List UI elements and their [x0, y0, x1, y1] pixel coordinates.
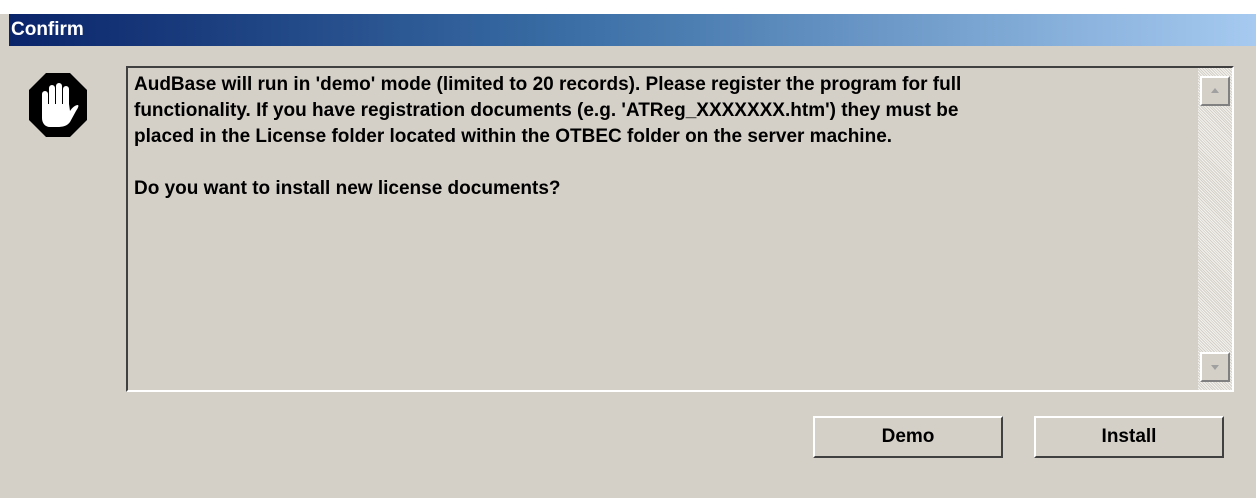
vertical-scrollbar[interactable] — [1198, 68, 1232, 390]
top-strip — [0, 0, 1256, 14]
dialog-title: Confirm — [11, 19, 84, 40]
scroll-up-button[interactable] — [1200, 76, 1230, 106]
message-line: functionality. If you have registration … — [134, 100, 959, 121]
arrow-up-icon — [1211, 88, 1219, 93]
arrow-down-icon — [1211, 365, 1219, 370]
message-textbox[interactable]: AudBase will run in 'demo' mode (limited… — [126, 66, 1234, 392]
demo-button[interactable]: Demo — [813, 416, 1003, 458]
title-bar[interactable]: Confirm — [9, 14, 1256, 46]
scroll-down-button[interactable] — [1200, 352, 1230, 382]
message-line: placed in the License folder located wit… — [134, 126, 893, 147]
message-text: AudBase will run in 'demo' mode (limited… — [134, 72, 1184, 202]
message-question: Do you want to install new license docum… — [134, 178, 561, 199]
message-spacer — [134, 150, 1184, 176]
message-line: AudBase will run in 'demo' mode (limited… — [134, 74, 962, 95]
install-button[interactable]: Install — [1034, 416, 1224, 458]
stop-hand-icon — [20, 64, 96, 146]
confirm-dialog: Confirm AudBase will run in 'demo' mode … — [0, 0, 1256, 498]
